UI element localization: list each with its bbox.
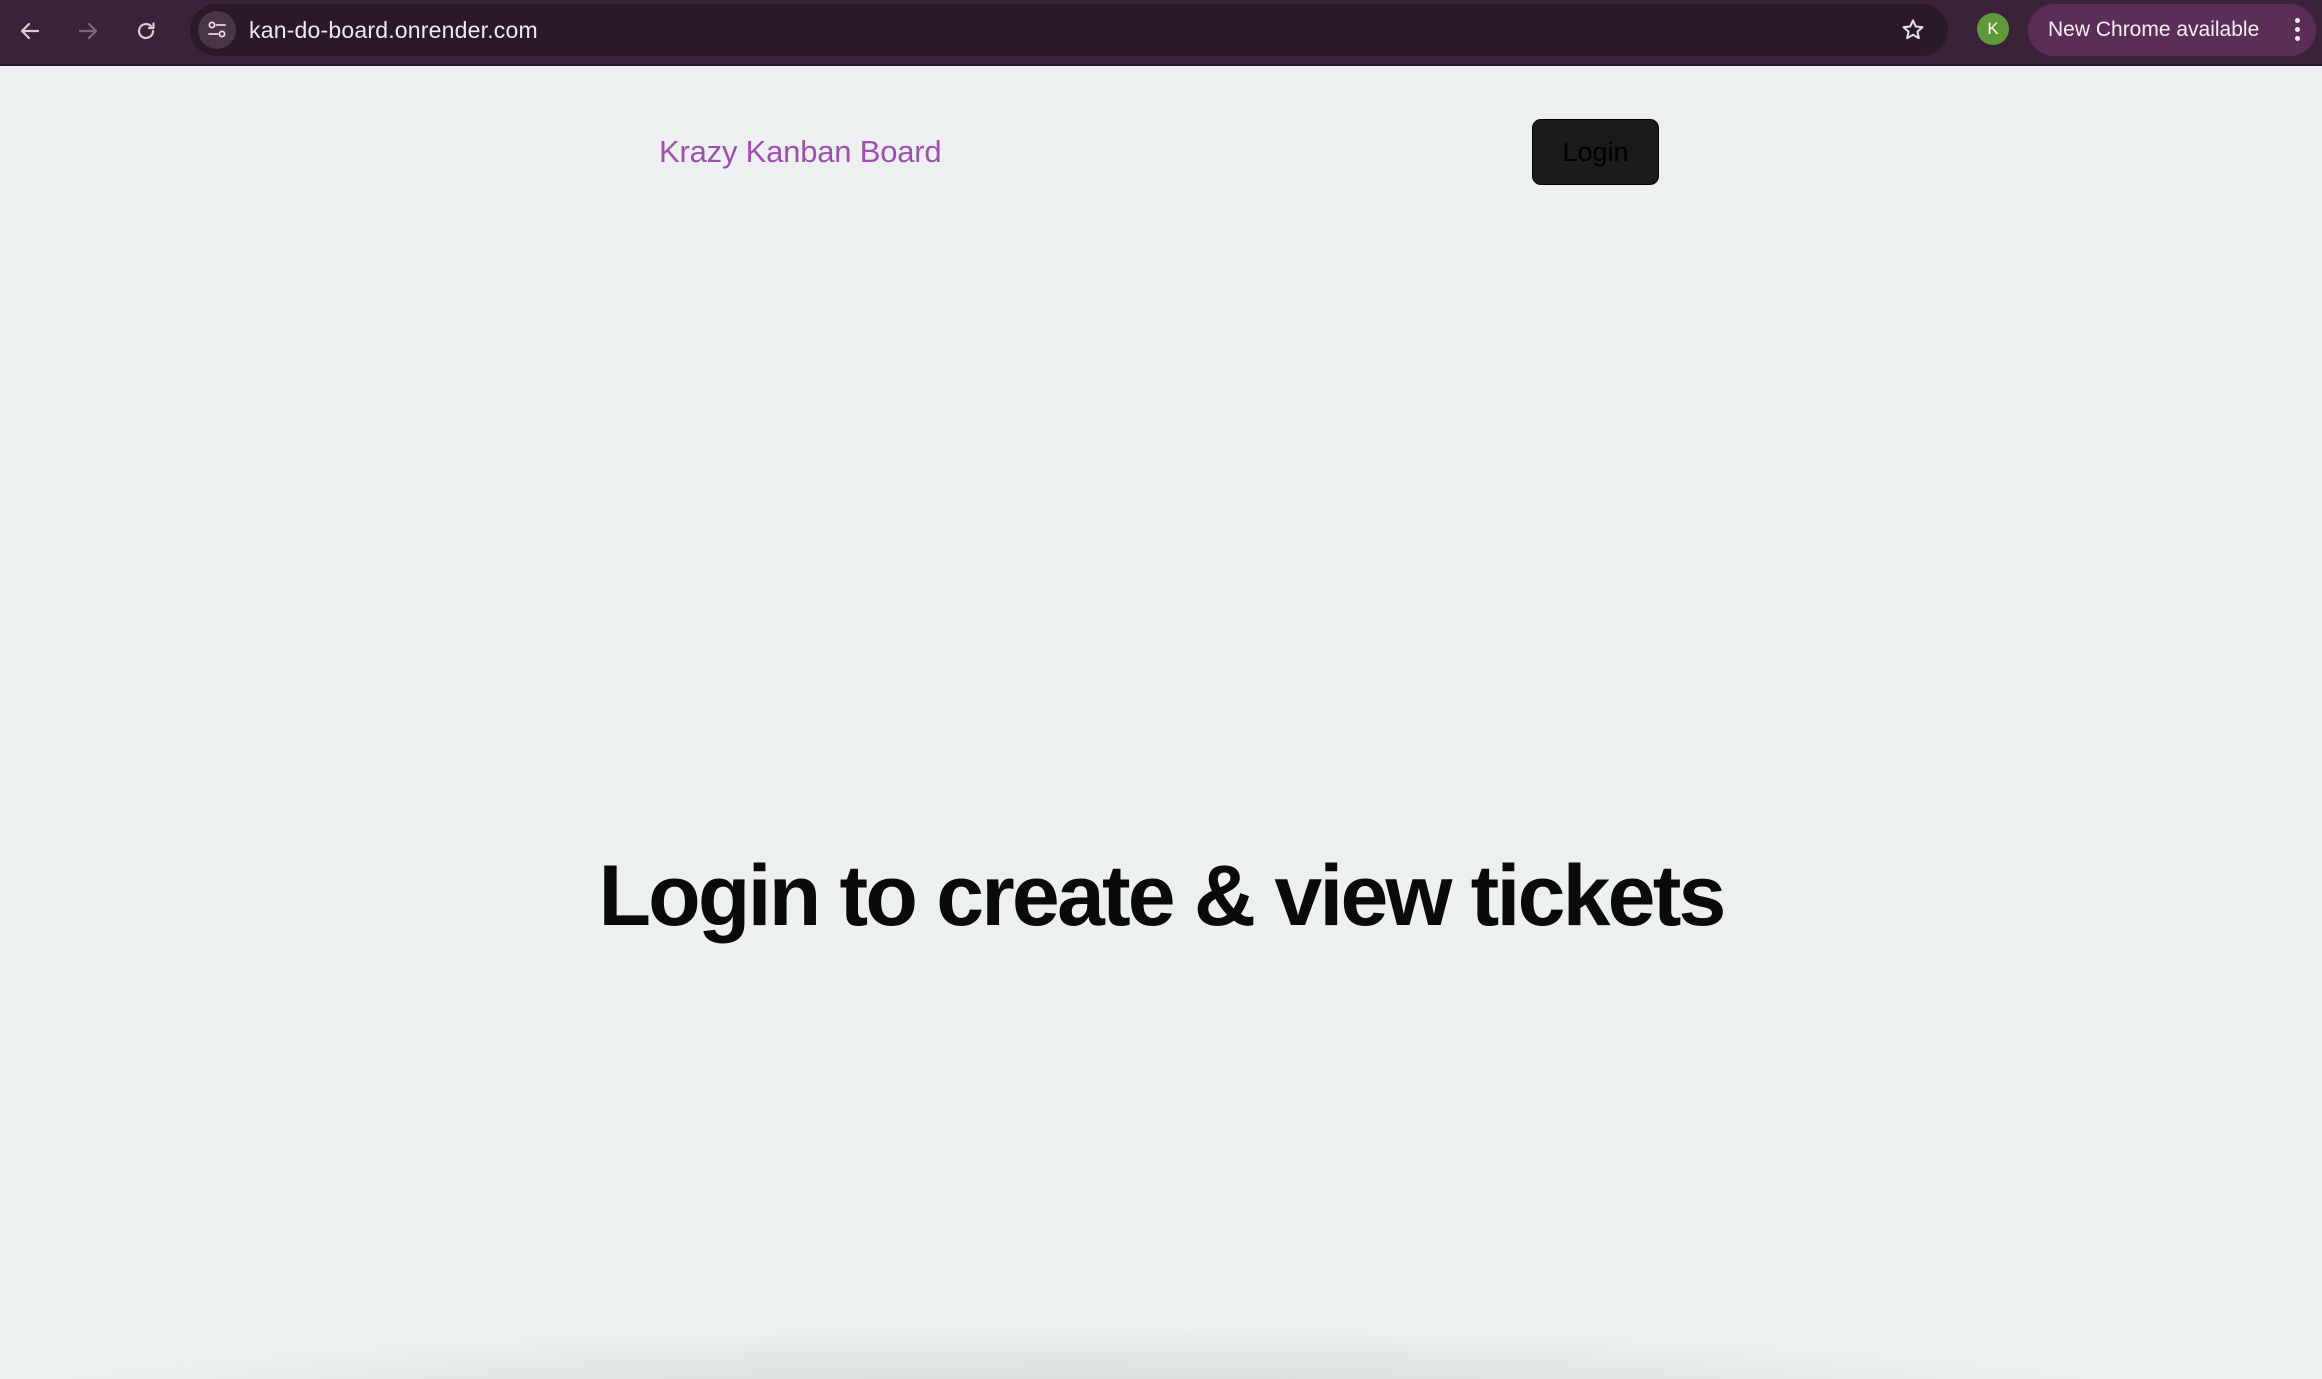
kebab-menu-icon[interactable]	[2292, 18, 2302, 42]
arrow-left-icon	[20, 22, 40, 40]
reload-icon	[137, 22, 155, 40]
login-button[interactable]: Login	[1532, 119, 1659, 185]
back-button[interactable]	[8, 9, 52, 53]
browser-toolbar: kan-do-board.onrender.com K New Chrome a…	[0, 0, 2322, 66]
profile-avatar[interactable]: K	[1977, 13, 2009, 45]
bookmark-button[interactable]	[1896, 13, 1930, 47]
arrow-right-icon	[78, 22, 98, 40]
bottom-shadow	[60, 1329, 2090, 1379]
site-info-button[interactable]	[198, 11, 236, 49]
address-bar[interactable]: kan-do-board.onrender.com	[190, 4, 1948, 56]
forward-button[interactable]	[66, 9, 110, 53]
chrome-update-button[interactable]: New Chrome available	[2028, 4, 2316, 56]
app-title-link[interactable]: Krazy Kanban Board	[659, 130, 942, 174]
update-label: New Chrome available	[2048, 18, 2260, 41]
page-heading: Login to create & view tickets	[598, 848, 1726, 944]
page-viewport: Krazy Kanban Board Login Login to create…	[0, 66, 2322, 1379]
reload-button[interactable]	[124, 9, 168, 53]
url-text[interactable]: kan-do-board.onrender.com	[249, 4, 538, 56]
star-outline-icon	[1902, 19, 1924, 40]
tune-icon	[208, 21, 226, 38]
